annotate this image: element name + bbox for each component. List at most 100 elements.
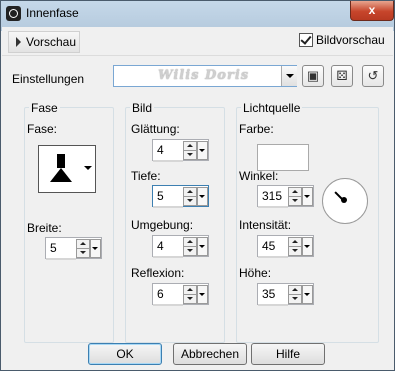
reflection-dropdown[interactable] xyxy=(197,285,208,304)
image-preview-label[interactable]: Bildvorschau xyxy=(316,33,385,47)
reflection-spinbox[interactable]: 6 xyxy=(152,283,209,306)
intensity-up-arrow-icon[interactable] xyxy=(289,238,301,247)
smoothing-down-arrow-icon[interactable] xyxy=(184,151,196,159)
chevron-down-icon xyxy=(84,166,92,170)
intensity-slider-track[interactable] xyxy=(258,256,288,258)
image-group-title: Bild xyxy=(130,101,155,115)
ambience-slider-track[interactable] xyxy=(153,256,183,258)
depth-up-arrow-icon[interactable] xyxy=(184,188,196,197)
smoothing-label: Glättung: xyxy=(131,122,180,136)
angle-dropdown[interactable] xyxy=(302,187,313,206)
bevel-shape-base xyxy=(50,168,72,182)
angle-up-arrow-icon[interactable] xyxy=(289,188,301,197)
ambience-spinbox[interactable]: 4 xyxy=(152,235,209,258)
reflection-stepper[interactable] xyxy=(183,285,197,304)
elevation-dropdown[interactable] xyxy=(302,285,313,304)
reflection-slider-track[interactable] xyxy=(153,304,183,306)
reflection-up-arrow-icon[interactable] xyxy=(184,286,196,295)
angle-value[interactable]: 315 xyxy=(262,189,282,203)
reflection-label: Reflexion: xyxy=(131,266,185,280)
intensity-label: Intensität: xyxy=(239,218,292,232)
depth-down-arrow-icon[interactable] xyxy=(184,197,196,205)
dialog-body: Vorschau Bildvorschau Einstellungen Wili… xyxy=(2,27,393,369)
ambience-dropdown[interactable] xyxy=(197,237,208,256)
width-value[interactable]: 5 xyxy=(50,241,57,255)
save-icon: ▣ xyxy=(306,68,320,83)
elevation-value[interactable]: 35 xyxy=(262,287,275,301)
expand-arrow-icon xyxy=(16,37,21,47)
depth-value[interactable]: 5 xyxy=(157,189,164,203)
elevation-up-arrow-icon[interactable] xyxy=(289,286,301,295)
bevel-shape-icon xyxy=(57,154,65,168)
intensity-value[interactable]: 45 xyxy=(262,239,275,253)
depth-spinbox[interactable]: 5 xyxy=(152,185,209,208)
preview-toggle-button[interactable]: Vorschau xyxy=(8,31,80,53)
smoothing-stepper[interactable] xyxy=(183,141,197,160)
bevel-shape-picker[interactable] xyxy=(38,145,96,193)
width-down-arrow-icon[interactable] xyxy=(77,249,89,257)
title-bar[interactable]: Innenfase x xyxy=(1,1,394,27)
smoothing-slider-track[interactable] xyxy=(153,160,183,162)
angle-dial[interactable] xyxy=(322,178,368,224)
ambience-up-arrow-icon[interactable] xyxy=(184,238,196,247)
reflection-value[interactable]: 6 xyxy=(157,287,164,301)
ambience-value[interactable]: 4 xyxy=(157,239,164,253)
width-spinbox[interactable]: 5 xyxy=(45,237,102,260)
preview-label: Vorschau xyxy=(26,35,77,49)
intensity-spinbox[interactable]: 45 xyxy=(257,235,314,258)
randomize-button[interactable]: ⚄ xyxy=(331,65,353,87)
elevation-down-arrow-icon[interactable] xyxy=(289,295,301,303)
smoothing-spinbox[interactable]: 4 xyxy=(152,139,209,162)
bevel-shape-dropdown[interactable] xyxy=(81,146,95,192)
width-label: Breite: xyxy=(27,221,62,235)
light-color-swatch[interactable] xyxy=(257,144,309,171)
presets-label: Einstellungen xyxy=(12,72,85,86)
chevron-down-icon xyxy=(286,74,294,78)
smoothing-dropdown[interactable] xyxy=(197,141,208,160)
width-up-arrow-icon[interactable] xyxy=(77,240,89,249)
angle-spinbox[interactable]: 315 xyxy=(257,185,314,208)
bevel-group: Fase Fase: Breite: 5 xyxy=(24,101,114,343)
help-button[interactable]: Hilfe xyxy=(251,343,325,365)
elevation-slider-track[interactable] xyxy=(258,304,288,306)
angle-stepper[interactable] xyxy=(288,187,302,206)
light-source-group-title: Lichtquelle xyxy=(241,101,303,115)
width-slider-track[interactable] xyxy=(46,258,76,260)
smoothing-up-arrow-icon[interactable] xyxy=(184,142,196,151)
angle-dial-knob xyxy=(341,197,347,203)
ok-button[interactable]: OK xyxy=(88,343,162,365)
width-stepper[interactable] xyxy=(76,239,90,258)
presets-dropdown-button[interactable] xyxy=(281,66,297,86)
app-icon xyxy=(6,6,21,21)
angle-label: Winkel: xyxy=(239,169,279,183)
close-button[interactable]: x xyxy=(350,1,394,21)
presets-field[interactable]: Wilis Doris xyxy=(114,66,280,86)
presets-combobox[interactable]: Wilis Doris xyxy=(113,65,297,87)
color-label: Farbe: xyxy=(239,122,274,136)
width-dropdown[interactable] xyxy=(90,239,101,258)
depth-stepper[interactable] xyxy=(183,187,197,206)
elevation-spinbox[interactable]: 35 xyxy=(257,283,314,306)
dice-icon: ⚄ xyxy=(336,68,348,83)
depth-dropdown[interactable] xyxy=(197,187,208,206)
ambience-stepper[interactable] xyxy=(183,237,197,256)
save-preset-button[interactable]: ▣ xyxy=(302,65,324,87)
toolbar-divider xyxy=(2,55,393,56)
depth-slider-track[interactable] xyxy=(153,206,183,208)
angle-down-arrow-icon[interactable] xyxy=(289,197,301,205)
ambience-label: Umgebung: xyxy=(131,218,194,232)
reset-icon: ↺ xyxy=(367,68,379,83)
reflection-down-arrow-icon[interactable] xyxy=(184,295,196,303)
window-title: Innenfase xyxy=(26,6,79,20)
intensity-down-arrow-icon[interactable] xyxy=(289,247,301,255)
bevel-group-title: Fase xyxy=(29,101,60,115)
angle-slider-track[interactable] xyxy=(258,206,288,208)
smoothing-value[interactable]: 4 xyxy=(157,143,164,157)
cancel-button[interactable]: Abbrechen xyxy=(173,343,247,365)
intensity-dropdown[interactable] xyxy=(302,237,313,256)
reset-button[interactable]: ↺ xyxy=(362,65,384,87)
elevation-stepper[interactable] xyxy=(288,285,302,304)
intensity-stepper[interactable] xyxy=(288,237,302,256)
ambience-down-arrow-icon[interactable] xyxy=(184,247,196,255)
image-preview-checkbox[interactable] xyxy=(299,33,313,47)
